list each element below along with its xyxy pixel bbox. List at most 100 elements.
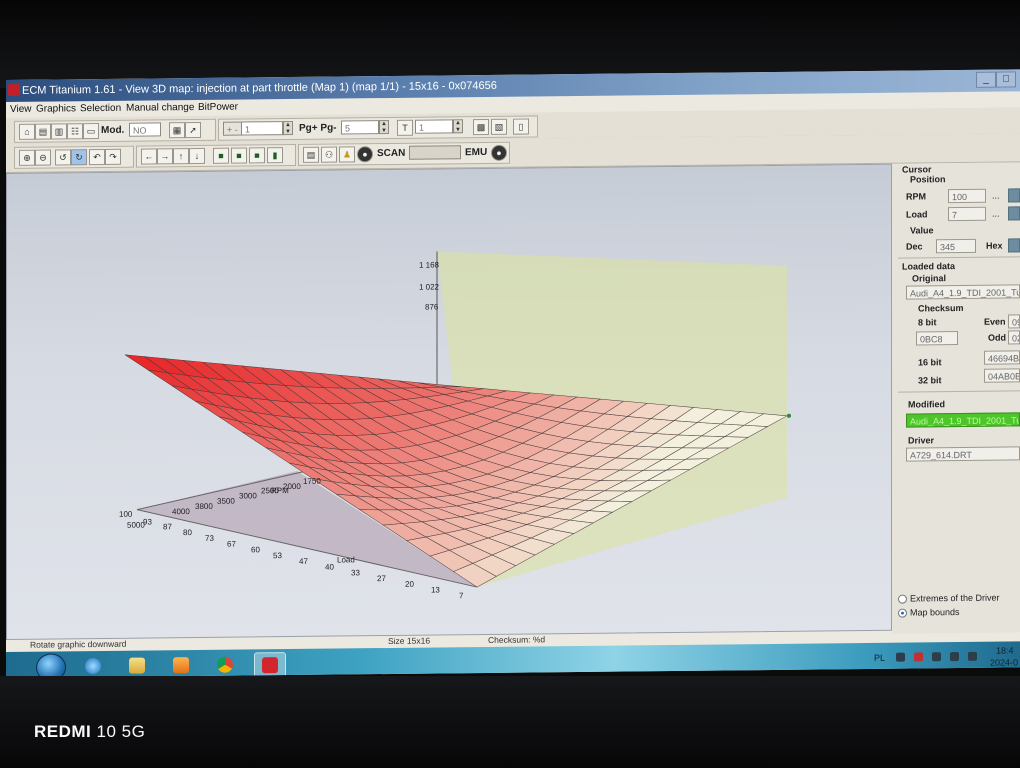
t-icon[interactable]: T: [397, 119, 413, 136]
volume-icon[interactable]: [968, 651, 977, 661]
radio-map-bounds[interactable]: [898, 608, 907, 618]
rotate-down-icon[interactable]: ↻: [71, 149, 87, 166]
load-tick: 13: [431, 585, 440, 594]
load-axis-label: Load: [337, 555, 355, 564]
network-icon[interactable]: ⚇: [321, 146, 337, 163]
taskbar-ie[interactable]: [78, 654, 108, 678]
mod-field[interactable]: NO: [129, 122, 161, 137]
odd-label: Odd: [988, 332, 1006, 343]
rpm-label: RPM: [906, 191, 926, 202]
t-field[interactable]: 1: [415, 119, 453, 134]
separator: [898, 256, 1020, 259]
bit32-field[interactable]: 04AB0BC: [984, 368, 1020, 383]
minimize-button[interactable]: _: [976, 71, 996, 88]
print-icon[interactable]: ▤: [303, 146, 319, 163]
load-tick: 60: [251, 545, 260, 554]
folder-icon: [129, 657, 145, 674]
home-icon[interactable]: ⌂: [19, 123, 35, 140]
bars-icon[interactable]: ▮: [267, 147, 283, 164]
3d-surface-plot[interactable]: 1 168 1 022 876 100 5000 4000 3800 3500 …: [7, 165, 891, 639]
compare-icon[interactable]: ▧: [491, 118, 507, 135]
rpm-axis-label: RPM: [271, 486, 289, 495]
undo-icon[interactable]: ↶: [89, 148, 105, 166]
arrow-up-icon[interactable]: ↑: [173, 148, 189, 165]
pg-spin-icon[interactable]: ▲ ▼: [379, 119, 389, 135]
record-icon[interactable]: ●: [357, 146, 373, 163]
block-icon[interactable]: ■: [249, 147, 265, 164]
rpm-field[interactable]: 100: [948, 188, 986, 204]
load-field[interactable]: 7: [948, 206, 986, 222]
radio-extremes-label: Extremes of the Driver: [910, 592, 1000, 604]
menu-graphics[interactable]: Graphics: [36, 103, 76, 114]
zoom-out-icon[interactable]: ⊖: [35, 149, 51, 166]
fill-icon[interactable]: ■: [213, 147, 229, 164]
clock-time[interactable]: 18:4: [996, 645, 1014, 655]
fill-right-icon[interactable]: ■: [231, 147, 247, 164]
export-icon[interactable]: ➚: [185, 121, 201, 139]
redo-icon[interactable]: ↷: [105, 148, 121, 165]
start-button[interactable]: [36, 653, 66, 678]
zoom-in-icon[interactable]: ⊕: [19, 149, 35, 166]
emu-label: EMU: [465, 146, 488, 159]
load-tick: 73: [205, 534, 214, 543]
emu-icon[interactable]: ●: [491, 144, 507, 161]
taskbar-ecm-titanium[interactable]: [254, 652, 286, 678]
view-toolbar-group: ⊕ ⊖ ↺ ↻ ↶ ↷: [14, 145, 134, 169]
pg-field[interactable]: 5: [341, 120, 379, 135]
bit32-label: 32 bit: [918, 375, 942, 386]
menu-selection[interactable]: Selection: [80, 103, 121, 114]
map-icon[interactable]: ▦: [169, 122, 185, 139]
flag-icon[interactable]: [950, 652, 959, 662]
hex-field[interactable]: [1008, 238, 1020, 253]
network-warning-icon[interactable]: [914, 652, 923, 662]
menu-bitpower[interactable]: BitPower: [198, 102, 238, 113]
person-icon[interactable]: ♟: [339, 146, 355, 163]
status-size: Size 15x16: [388, 635, 431, 646]
z-tick-876: 876: [425, 302, 439, 311]
clock-date[interactable]: 2024-0: [990, 657, 1018, 667]
modified-title: Modified: [908, 399, 945, 410]
window-icon[interactable]: ▭: [83, 123, 99, 140]
menu-view[interactable]: View: [10, 104, 32, 115]
table-icon[interactable]: ☷: [67, 123, 83, 140]
load-tick: 93: [143, 517, 152, 526]
driver-file-field[interactable]: A729_614.DRT: [906, 446, 1020, 462]
rotate-left-icon[interactable]: ↺: [55, 149, 71, 166]
open-icon[interactable]: ▤: [35, 123, 51, 140]
grid-icon[interactable]: ▩: [473, 118, 489, 136]
taskbar-chrome[interactable]: [210, 653, 240, 677]
radio-extremes[interactable]: [898, 594, 907, 604]
language-indicator[interactable]: PL: [874, 653, 885, 663]
dec-field[interactable]: 345: [936, 238, 976, 254]
taskbar-media[interactable]: [166, 653, 196, 677]
scan-dropdown[interactable]: [409, 145, 461, 160]
t-spin-icon[interactable]: ▲ ▼: [453, 119, 463, 134]
keyboard-icon[interactable]: [896, 652, 905, 662]
rpm-tick: 1750: [303, 477, 321, 486]
info-icon[interactable]: ▯: [513, 118, 529, 135]
even-field[interactable]: 09: [1008, 314, 1020, 329]
modified-file-field[interactable]: Audi_A4_1.9_TDI_2001_Turbo: [906, 412, 1020, 428]
security-icon[interactable]: [932, 652, 941, 662]
load-tick: 27: [377, 574, 386, 583]
odd-field[interactable]: 02: [1008, 330, 1020, 345]
step-value[interactable]: 1: [241, 121, 283, 136]
bit16-field[interactable]: 46694B86: [984, 350, 1020, 365]
pg-label: Pg+ Pg-: [299, 122, 337, 134]
original-file-field[interactable]: Audi_A4_1.9_TDI_2001_Turb: [906, 284, 1020, 300]
load-swatch: [1008, 206, 1020, 221]
bit8-field[interactable]: 0BC8: [916, 331, 958, 346]
load-tick: 33: [351, 568, 360, 577]
rpm-tick: 100: [119, 510, 133, 519]
save-icon[interactable]: ▥: [51, 123, 67, 140]
menu-manual-change[interactable]: Manual change: [126, 102, 194, 114]
checksum-title: Checksum: [918, 302, 964, 314]
maximize-button[interactable]: □: [996, 71, 1016, 88]
arrow-right-icon[interactable]: →: [157, 148, 173, 165]
arrow-left-icon[interactable]: ←: [141, 148, 157, 165]
3d-map-view[interactable]: 1 168 1 022 876 100 5000 4000 3800 3500 …: [6, 163, 892, 640]
step-spin-icon[interactable]: ▲ ▼: [283, 120, 293, 136]
taskbar-explorer[interactable]: [122, 653, 152, 677]
arrow-down-icon[interactable]: ↓: [189, 147, 205, 165]
position-title: Position: [910, 174, 946, 185]
